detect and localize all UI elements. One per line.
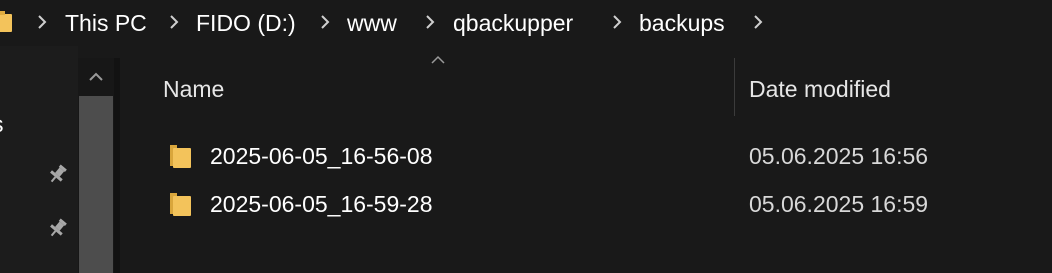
nav-scrollbar[interactable] xyxy=(78,58,114,273)
file-row[interactable]: 2025-06-05_16-59-28 05.06.2025 16:59 xyxy=(120,181,1052,227)
chevron-right-icon[interactable] xyxy=(752,15,764,29)
nav-item-label[interactable]: s xyxy=(0,111,4,138)
scroll-thumb[interactable] xyxy=(79,96,113,273)
breadcrumb-item-qbackupper[interactable]: qbackupper xyxy=(453,9,573,37)
date-modified: 05.06.2025 16:56 xyxy=(749,143,929,169)
chevron-right-icon[interactable] xyxy=(319,15,331,29)
pin-icon[interactable] xyxy=(47,163,69,185)
navigation-pane: s xyxy=(0,46,78,273)
file-row[interactable]: 2025-06-05_16-56-08 05.06.2025 16:56 xyxy=(120,133,1052,179)
breadcrumb-item-www[interactable]: www xyxy=(347,9,397,37)
chevron-right-icon[interactable] xyxy=(611,15,623,29)
folder-icon xyxy=(0,11,12,32)
chevron-right-icon[interactable] xyxy=(36,15,48,29)
address-bar[interactable]: This PC FIDO (D:) www qbackupper backups xyxy=(0,0,1052,46)
file-name[interactable]: 2025-06-05_16-59-28 xyxy=(210,181,433,227)
column-header-date-modified[interactable]: Date modified xyxy=(749,72,891,106)
breadcrumb-item-drive[interactable]: FIDO (D:) xyxy=(196,9,296,37)
chevron-right-icon[interactable] xyxy=(168,15,180,29)
breadcrumb-item-this-pc[interactable]: This PC xyxy=(65,9,147,37)
date-modified: 05.06.2025 16:59 xyxy=(749,191,929,217)
column-divider[interactable] xyxy=(734,58,735,116)
scroll-up-icon[interactable] xyxy=(78,58,114,96)
file-list: Name Date modified 2025-06-05_16-56-08 0… xyxy=(120,55,1052,273)
column-header-name[interactable]: Name xyxy=(163,72,224,106)
breadcrumb-item-backups[interactable]: backups xyxy=(639,9,725,37)
folder-icon xyxy=(170,193,191,216)
pin-icon[interactable] xyxy=(47,217,69,239)
folder-icon xyxy=(170,145,191,168)
sort-ascending-icon xyxy=(431,55,445,64)
chevron-right-icon[interactable] xyxy=(424,15,436,29)
file-name[interactable]: 2025-06-05_16-56-08 xyxy=(210,133,433,179)
